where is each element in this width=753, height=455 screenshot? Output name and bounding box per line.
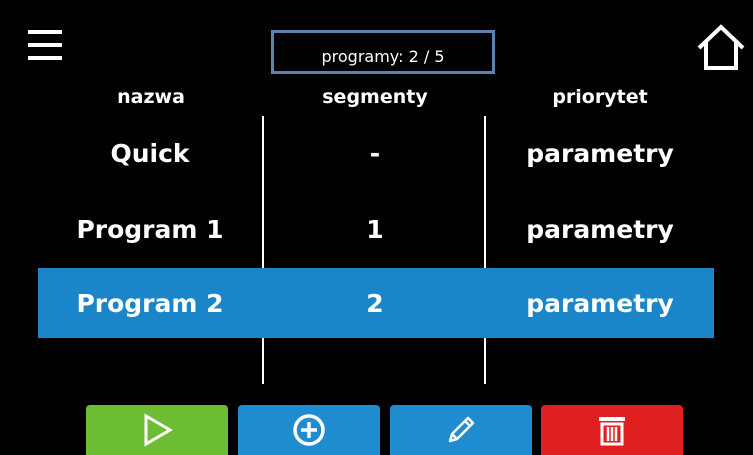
delete-program-button[interactable] bbox=[541, 405, 683, 455]
program-list-screen: programy: 2 / 5 nazwa segmenty priorytet… bbox=[0, 0, 753, 455]
program-name: Program 2 bbox=[76, 288, 224, 318]
program-segments: 1 bbox=[366, 214, 384, 244]
start-program-button[interactable] bbox=[86, 405, 228, 455]
program-name: Program 1 bbox=[76, 214, 224, 244]
program-row-program-1[interactable]: Program 1 1 parametry bbox=[38, 194, 714, 264]
home-icon[interactable] bbox=[695, 22, 747, 74]
program-segments: 2 bbox=[366, 288, 384, 318]
edit-program-button[interactable] bbox=[390, 405, 532, 455]
program-name: Quick bbox=[110, 138, 190, 168]
play-icon bbox=[144, 413, 173, 447]
program-parameters-link[interactable]: parametry bbox=[486, 194, 714, 264]
program-parameters-link[interactable]: parametry bbox=[486, 268, 714, 338]
program-parameters-link[interactable]: parametry bbox=[486, 118, 714, 188]
program-row-program-2[interactable]: Program 2 2 parametry bbox=[38, 268, 714, 338]
program-counter-label: programy: 2 / 5 bbox=[321, 46, 445, 66]
pencil-icon bbox=[448, 416, 475, 443]
column-header-segments: segmenty bbox=[322, 86, 428, 108]
program-counter: programy: 2 / 5 bbox=[271, 30, 495, 74]
program-row-quick[interactable]: Quick - parametry bbox=[38, 118, 714, 188]
trash-icon bbox=[599, 417, 625, 446]
column-header-name: nazwa bbox=[117, 86, 185, 108]
plus-circle-icon bbox=[293, 414, 325, 446]
program-segments: - bbox=[369, 138, 381, 168]
menu-icon[interactable] bbox=[28, 30, 62, 62]
add-program-button[interactable] bbox=[238, 405, 380, 455]
column-header-priority: priorytet bbox=[552, 86, 648, 108]
